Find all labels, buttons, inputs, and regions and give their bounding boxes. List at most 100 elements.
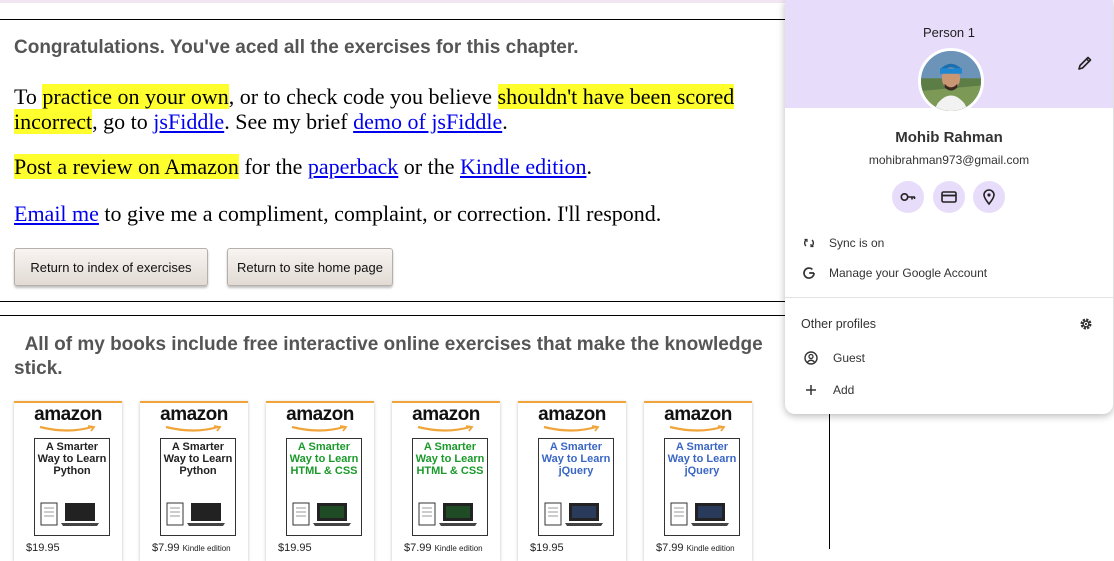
divider-mid-1 (0, 301, 830, 302)
email-paragraph: Email me to give me a compliment, compla… (14, 201, 661, 226)
books-heading: All of my books include free interactive… (14, 333, 774, 381)
email-me-link[interactable]: Email me (14, 201, 99, 226)
book-card[interactable]: amazon A Smarter Way to Learn jQuery $19.9… (518, 401, 626, 561)
book-price-value: $7.99 (152, 542, 180, 554)
guest-label: Guest (833, 351, 866, 365)
amazon-smile-icon (165, 425, 222, 432)
book-price: $7.99 Kindle edition (656, 542, 735, 554)
sync-label: Sync is on (829, 236, 885, 250)
book-cover[interactable]: A Smarter Way to Learn Python (160, 438, 236, 536)
text: To (14, 84, 43, 109)
guest-row[interactable]: Guest (785, 344, 1113, 372)
amazon-smile-icon (543, 425, 600, 432)
google-icon (803, 267, 815, 279)
highlight-review: Post a review on Amazon (14, 154, 239, 179)
book-price-value: $7.99 (656, 542, 684, 554)
panel-divider (785, 297, 1113, 298)
text: , go to (92, 109, 154, 134)
addresses-button[interactable] (973, 181, 1005, 213)
amazon-smile-icon (669, 425, 726, 432)
plus-icon (806, 385, 816, 395)
guest-icon (804, 351, 818, 365)
pencil-icon[interactable] (1077, 55, 1093, 71)
book-illustration-icon (292, 502, 351, 526)
sync-row[interactable]: Sync is on (785, 229, 1113, 257)
book-title: A Smarter Way to Learn jQuery (667, 441, 737, 477)
amazon-logo: amazon (538, 404, 606, 425)
book-illustration-icon (40, 502, 99, 526)
books-heading-text: All of my books include free interactive… (14, 334, 763, 379)
text: , or to check code you believe (228, 84, 498, 109)
book-title: A Smarter Way to Learn HTML & CSS (289, 441, 359, 477)
jsfiddle-link[interactable]: jsFiddle (153, 109, 224, 134)
book-price: $19.95 (26, 542, 60, 554)
book-title: A Smarter Way to Learn HTML & CSS (415, 441, 485, 477)
user-email: mohibrahman973@gmail.com (868, 153, 1030, 167)
review-paragraph: Post a review on Amazon for the paperbac… (14, 154, 592, 179)
book-card[interactable]: amazon A Smarter Way to Learn Python $7.99… (140, 401, 248, 561)
text: . (586, 154, 592, 179)
text: or the (398, 154, 460, 179)
amazon-smile-icon (417, 425, 474, 432)
text: . See my brief (224, 109, 354, 134)
book-cover[interactable]: A Smarter Way to Learn jQuery (664, 438, 740, 536)
book-card[interactable]: amazon A Smarter Way to Learn Python $19.9… (14, 401, 122, 561)
book-illustration-icon (544, 502, 603, 526)
amazon-logo: amazon (34, 404, 102, 425)
practice-paragraph: To practice on your own, or to check cod… (14, 84, 735, 134)
profile-panel: Person 1 Mohib Rahman mohibrahman973@gma… (785, 0, 1113, 414)
book-price-value: $19.95 (278, 542, 312, 554)
manage-account-label: Manage your Google Account (829, 266, 988, 280)
book-illustration-icon (670, 502, 729, 526)
book-card[interactable]: amazon A Smarter Way to Learn HTML & CSS $… (392, 401, 500, 561)
paperback-link[interactable]: paperback (308, 154, 398, 179)
book-price-value: $19.95 (530, 542, 564, 554)
text: . (502, 109, 508, 134)
highlight-practice: practice on your own (42, 84, 229, 109)
book-title: A Smarter Way to Learn jQuery (541, 441, 611, 477)
amazon-logo: amazon (412, 404, 480, 425)
book-cover[interactable]: A Smarter Way to Learn HTML & CSS (286, 438, 362, 536)
book-price: $19.95 (278, 542, 312, 554)
gear-icon[interactable] (1079, 317, 1093, 331)
book-cover[interactable]: A Smarter Way to Learn HTML & CSS (412, 438, 488, 536)
amazon-logo: amazon (160, 404, 228, 425)
profile-name: Person 1 (922, 25, 976, 40)
book-cover[interactable]: A Smarter Way to Learn jQuery (538, 438, 614, 536)
congrats-heading: Congratulations. You've aced all the exe… (14, 37, 579, 58)
book-price: $7.99 Kindle edition (152, 542, 231, 554)
amazon-smile-icon (39, 425, 96, 432)
book-illustration-icon (418, 502, 477, 526)
user-name: Mohib Rahman (895, 129, 1003, 146)
book-title: A Smarter Way to Learn Python (163, 441, 233, 477)
book-cover[interactable]: A Smarter Way to Learn Python (34, 438, 110, 536)
book-card[interactable]: amazon A Smarter Way to Learn HTML & CSS $… (266, 401, 374, 561)
divider-mid-2 (0, 315, 830, 316)
demo-jsfiddle-link[interactable]: demo of jsFiddle (353, 109, 502, 134)
return-home-button[interactable]: Return to site home page (227, 248, 393, 286)
kindle-edition-link[interactable]: Kindle edition (460, 154, 586, 179)
manage-account-row[interactable]: Manage your Google Account (785, 259, 1113, 287)
book-illustration-icon (166, 502, 225, 526)
divider-top (0, 19, 830, 20)
top-strip (0, 0, 830, 3)
sync-icon (804, 238, 814, 248)
book-card[interactable]: amazon A Smarter Way to Learn jQuery $7.99… (644, 401, 752, 561)
other-profiles-label: Other profiles (801, 317, 877, 331)
key-icon (900, 193, 916, 202)
text: for the (238, 154, 308, 179)
passwords-button[interactable] (892, 181, 924, 213)
avatar[interactable] (918, 48, 984, 114)
card-icon (941, 191, 957, 203)
payment-methods-button[interactable] (933, 181, 965, 213)
book-title: A Smarter Way to Learn Python (37, 441, 107, 477)
add-profile-row[interactable]: Add (785, 376, 1113, 404)
return-index-button[interactable]: Return to index of exercises (14, 248, 208, 286)
highlight-incorrect: incorrect (14, 109, 93, 134)
text: to give me a compliment, complaint, or c… (98, 201, 662, 226)
amazon-logo: amazon (664, 404, 732, 425)
book-price-value: $7.99 (404, 542, 432, 554)
amazon-logo: amazon (286, 404, 354, 425)
book-price: $19.95 (530, 542, 564, 554)
location-pin-icon (983, 189, 995, 206)
